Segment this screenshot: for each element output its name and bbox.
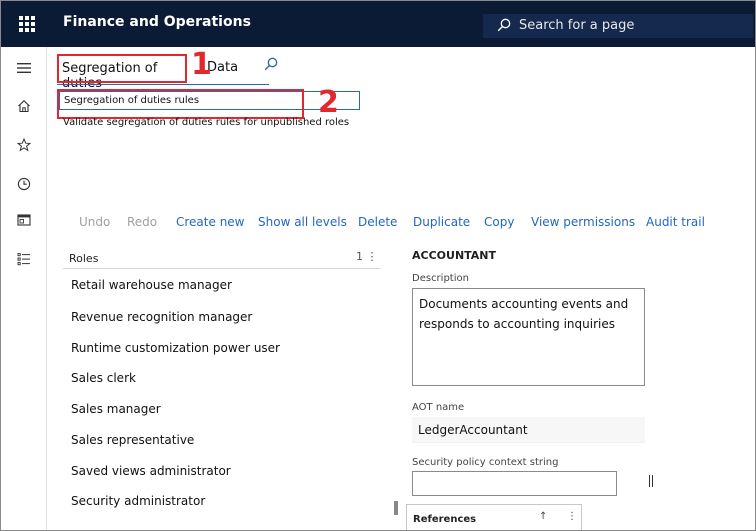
callout-number-1: 1 [191, 47, 212, 82]
copy-button[interactable]: Copy [484, 215, 514, 229]
top-bar: Finance and Operations Search for a page [1, 1, 755, 47]
search-placeholder: Search for a page [519, 18, 635, 33]
list-item[interactable]: Retail warehouse manager [71, 278, 232, 292]
action-toolbar: Undo Redo Create new Show all levels Del… [47, 213, 755, 231]
callout-number-2: 2 [318, 85, 339, 120]
list-item[interactable]: Revenue recognition manager [71, 310, 252, 324]
list-item[interactable]: Sales clerk [71, 371, 136, 385]
list-item[interactable]: Sales manager [71, 402, 161, 416]
star-icon[interactable] [1, 130, 47, 160]
search-icon[interactable] [264, 57, 278, 71]
callout-box-1 [57, 54, 187, 83]
sort-indicator-icon[interactable]: 1 ⋮ [356, 250, 378, 263]
context-string-label: Security policy context string [412, 457, 559, 468]
search-input-underline [57, 84, 269, 85]
create-new-button[interactable]: Create new [176, 215, 245, 229]
list-icon[interactable] [1, 244, 47, 274]
callout-box-2 [57, 89, 304, 119]
workspace-icon[interactable] [1, 205, 47, 235]
audit-trail-button[interactable]: Audit trail [646, 215, 705, 229]
app-launcher-icon[interactable] [19, 16, 35, 32]
global-search-input[interactable]: Search for a page [483, 14, 753, 38]
list-item[interactable]: Sales representative [71, 433, 194, 447]
duplicate-button[interactable]: Duplicate [413, 215, 470, 229]
description-field[interactable]: Documents accounting events and responds… [412, 288, 645, 386]
references-grid: References ↑ ⋮ [406, 504, 582, 530]
search-result-item[interactable]: Validate segregation of duties rules for… [63, 117, 349, 128]
role-name-heading: ACCOUNTANT [412, 249, 497, 262]
show-all-levels-button[interactable]: Show all levels [258, 215, 347, 229]
column-menu-icon[interactable]: ⋮ [567, 511, 577, 522]
left-navigation [1, 47, 47, 530]
roles-header-label: Roles [69, 252, 99, 265]
aot-name-field: LedgerAccountant [412, 417, 645, 443]
app-window: Finance and Operations Search for a page [0, 0, 756, 531]
app-title[interactable]: Finance and Operations [63, 14, 251, 30]
references-header[interactable]: References [413, 514, 476, 525]
sort-ascending-icon[interactable]: ↑ [539, 511, 547, 522]
search-icon [497, 18, 511, 32]
hamburger-icon[interactable] [1, 53, 47, 83]
context-string-field[interactable] [412, 471, 617, 496]
clock-icon[interactable] [1, 169, 47, 199]
roles-column-header[interactable]: Roles 1 ⋮ [63, 247, 381, 269]
delete-button[interactable]: Delete [358, 215, 397, 229]
description-label: Description [412, 273, 469, 284]
list-item[interactable]: Security administrator [71, 494, 205, 508]
list-item[interactable]: Runtime customization power user [71, 341, 280, 355]
undo-button[interactable]: Undo [79, 215, 110, 229]
list-item[interactable]: Saved views administrator [71, 464, 231, 478]
resize-handle[interactable] [649, 475, 653, 487]
splitter-handle[interactable] [394, 501, 398, 515]
aot-name-label: AOT name [412, 402, 465, 413]
redo-button[interactable]: Redo [127, 215, 157, 229]
view-permissions-button[interactable]: View permissions [531, 215, 635, 229]
home-icon[interactable] [1, 91, 47, 121]
